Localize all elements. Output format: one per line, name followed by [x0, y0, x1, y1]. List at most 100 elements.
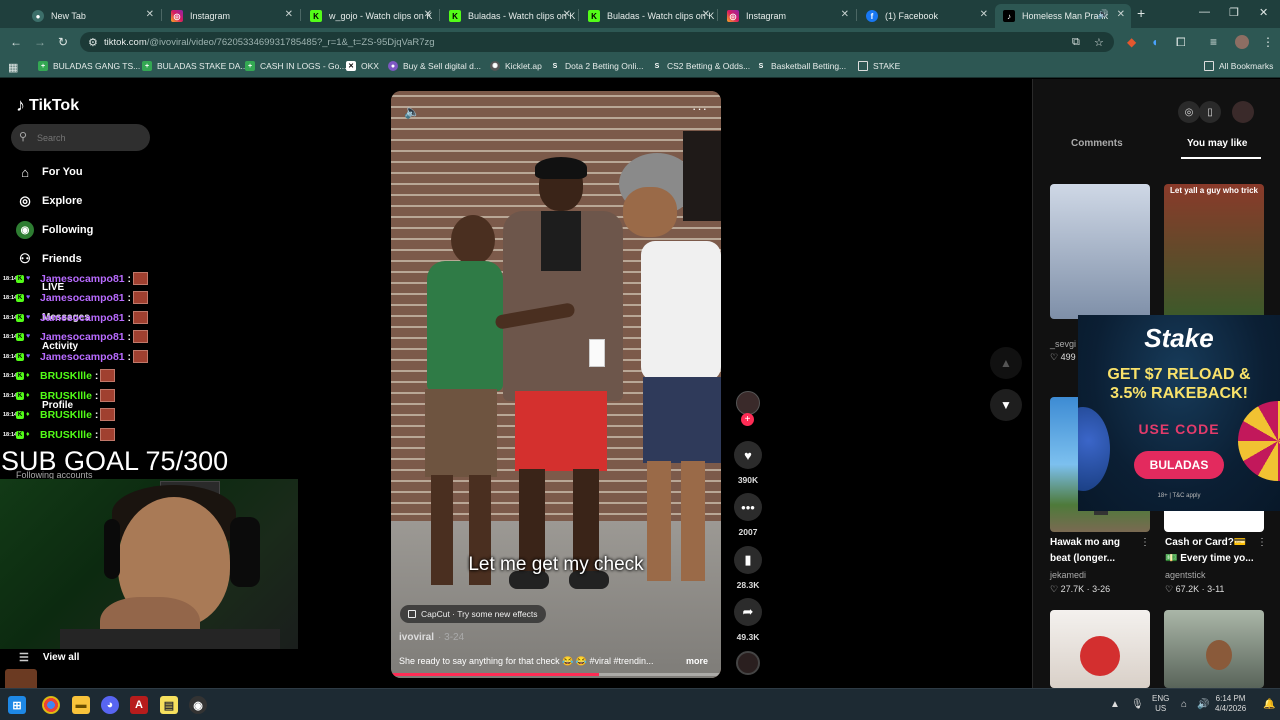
nav-explore[interactable]: ◎ Explore [16, 192, 82, 210]
bookmark-item[interactable]: S Dota 2 Betting Onli... [550, 61, 644, 71]
obs-icon[interactable]: ◉ [189, 696, 207, 714]
extension-wave-icon[interactable]: ◖ [1151, 35, 1158, 49]
url-text[interactable]: tiktok.com/@ivoviral/video/7620533469931… [104, 37, 435, 48]
tab-buladas-2[interactable]: K Buladas - Watch clips on K ✕ [580, 4, 716, 28]
video-thumbnail[interactable] [1050, 184, 1150, 319]
tiktok-logo[interactable]: ♪ TikTok [16, 95, 79, 116]
all-bookmarks-button[interactable]: All Bookmarks [1204, 61, 1273, 71]
capcut-badge[interactable]: CapCut · Try some new effects [400, 605, 546, 623]
discord-icon[interactable]: ◕ [101, 696, 119, 714]
forward-icon[interactable]: → [34, 35, 46, 49]
new-tab-button[interactable]: + [1137, 5, 1145, 21]
video-author[interactable]: ivoviral · 3-24 [399, 632, 464, 643]
bookmark-item[interactable]: + BULADAS STAKE DA... [142, 61, 248, 71]
close-tab-icon[interactable]: ✕ [424, 9, 432, 20]
video-thumbnail[interactable] [1164, 610, 1264, 688]
nav-friends[interactable]: ⚇ Friends [16, 250, 82, 268]
extensions-puzzle-icon[interactable]: ⧠ [1176, 35, 1186, 50]
extension-fox-icon[interactable]: ◆ [1127, 35, 1136, 49]
tab-facebook[interactable]: f (1) Facebook ✕ [858, 4, 994, 28]
tray-mic-icon[interactable]: 🎙 [1131, 699, 1144, 710]
video-thumbnail[interactable] [1050, 610, 1150, 688]
bookmark-item[interactable]: S Basketball Betting... [756, 61, 846, 71]
video-progress-bar[interactable] [391, 673, 721, 676]
compass-tool-icon[interactable]: ◎ [1178, 101, 1200, 123]
close-tab-icon[interactable]: ✕ [563, 9, 571, 20]
tab-new-tab[interactable]: ● New Tab ✕ [24, 4, 160, 28]
more-options-icon[interactable]: ··· [692, 101, 708, 116]
site-info-icon[interactable]: ⚙ [88, 36, 98, 49]
share-button[interactable]: ➦ 49.3K [733, 598, 763, 642]
restore-icon[interactable]: ❐ [1229, 6, 1239, 19]
bookmark-item[interactable]: S CS2 Betting & Odds... [652, 61, 751, 71]
tab-tiktok-active[interactable]: ♪ Homeless Man Prank 🔊 ✕ [995, 4, 1131, 28]
tray-chevron-icon[interactable]: ▲ [1110, 699, 1120, 710]
menu-kebab-icon[interactable]: ⋮ [1262, 35, 1274, 49]
nav-following[interactable]: ◉ Following [16, 221, 93, 239]
video-player[interactable]: 🔈 ··· Let me get my check CapCut · Try s… [391, 91, 721, 678]
bookmark-folder[interactable]: STAKE [858, 61, 900, 71]
tab-w-gojo[interactable]: K w_gojo - Watch clips on K ✕ [302, 4, 438, 28]
tab-buladas-1[interactable]: K Buladas - Watch clips on K ✕ [441, 4, 577, 28]
video-title-line2[interactable]: 💵 Every time yo... [1165, 551, 1254, 567]
video-thumbnail[interactable]: Let yall a guy who trick [1164, 184, 1264, 319]
profile-avatar[interactable] [1232, 101, 1254, 123]
minimize-icon[interactable]: — [1199, 6, 1210, 18]
close-tab-icon[interactable]: ✕ [702, 9, 710, 20]
next-video-button[interactable]: ▼ [990, 389, 1022, 421]
tab-comments[interactable]: Comments [1071, 138, 1123, 149]
bookmark-item[interactable]: + CASH IN LOGS - Go... [245, 61, 346, 71]
view-all-link[interactable]: ☰ View all [19, 651, 79, 664]
tab-instagram-2[interactable]: ◎ Instagram ✕ [719, 4, 855, 28]
file-explorer-icon[interactable]: ▬ [72, 696, 90, 714]
close-tab-icon[interactable]: ✕ [146, 9, 154, 20]
tab-you-may-like[interactable]: You may like [1187, 138, 1247, 149]
speaker-icon[interactable]: 🔊 [1098, 9, 1109, 20]
tab-instagram[interactable]: ◎ Instagram ✕ [163, 4, 299, 28]
close-window-icon[interactable]: ✕ [1259, 6, 1268, 19]
video-title[interactable]: Hawak mo ang [1050, 535, 1120, 551]
volume-tray-icon[interactable]: 🔊 [1197, 699, 1209, 710]
apps-grid-icon[interactable]: ▦ [8, 61, 18, 74]
nav-for-you[interactable]: ⌂ For You [16, 163, 82, 181]
sticky-notes-icon[interactable]: ▤ [160, 696, 178, 714]
start-icon[interactable]: ⊞ [8, 696, 26, 714]
follow-plus-icon[interactable]: + [741, 413, 754, 426]
search-box[interactable]: ⚲ [11, 124, 150, 151]
back-icon[interactable]: ← [10, 35, 22, 49]
reload-icon[interactable]: ↻ [58, 35, 68, 49]
install-app-icon[interactable]: ⧉ [1072, 36, 1080, 49]
adobe-icon[interactable]: A [130, 696, 148, 714]
device-icon[interactable]: ▯ [1199, 101, 1221, 123]
like-button[interactable]: ♥ 390K [733, 441, 763, 485]
video-username[interactable]: agentstick [1165, 570, 1206, 580]
close-tab-icon[interactable]: ✕ [980, 9, 988, 20]
video-title[interactable]: Cash or Card?💳 [1165, 535, 1246, 551]
video-username[interactable]: _sevgi [1050, 339, 1076, 349]
bookmark-star-icon[interactable]: ☆ [1094, 36, 1104, 49]
clock[interactable]: 6:14 PM 4/4/2026 [1215, 694, 1246, 714]
notifications-icon[interactable]: 🔔 [1263, 699, 1275, 710]
volume-icon[interactable]: 🔈 [404, 104, 420, 120]
language-indicator[interactable]: ENG US [1152, 694, 1169, 714]
media-controls-icon[interactable]: ≡ [1210, 35, 1217, 49]
more-button[interactable]: more [686, 656, 708, 666]
comment-button[interactable]: ••• 2007 [733, 493, 763, 537]
search-input[interactable] [37, 130, 142, 145]
more-options-icon[interactable]: ⋮ [1257, 537, 1267, 548]
previous-video-button[interactable]: ▲ [990, 347, 1022, 379]
video-username[interactable]: jekamedi [1050, 570, 1086, 580]
bookmark-item[interactable]: ● Buy & Sell digital d... [388, 61, 481, 71]
chrome-taskbar-icon[interactable] [42, 696, 60, 714]
close-tab-icon[interactable]: ✕ [1117, 9, 1125, 20]
music-disc-icon[interactable] [736, 651, 760, 675]
address-bar[interactable]: ⚙ tiktok.com/@ivoviral/video/76205334699… [80, 32, 1114, 52]
close-tab-icon[interactable]: ✕ [841, 9, 849, 20]
creator-avatar[interactable] [736, 391, 760, 415]
profile-avatar-icon[interactable] [1235, 35, 1249, 49]
more-options-icon[interactable]: ⋮ [1140, 537, 1150, 548]
video-title-line2[interactable]: beat (longer... [1050, 551, 1115, 567]
bookmark-item[interactable]: + BULADAS GANG TS... [38, 61, 140, 71]
network-icon[interactable]: ⌂ [1181, 699, 1187, 710]
bookmark-item[interactable]: ✺ Kicklet.ap [490, 61, 542, 71]
